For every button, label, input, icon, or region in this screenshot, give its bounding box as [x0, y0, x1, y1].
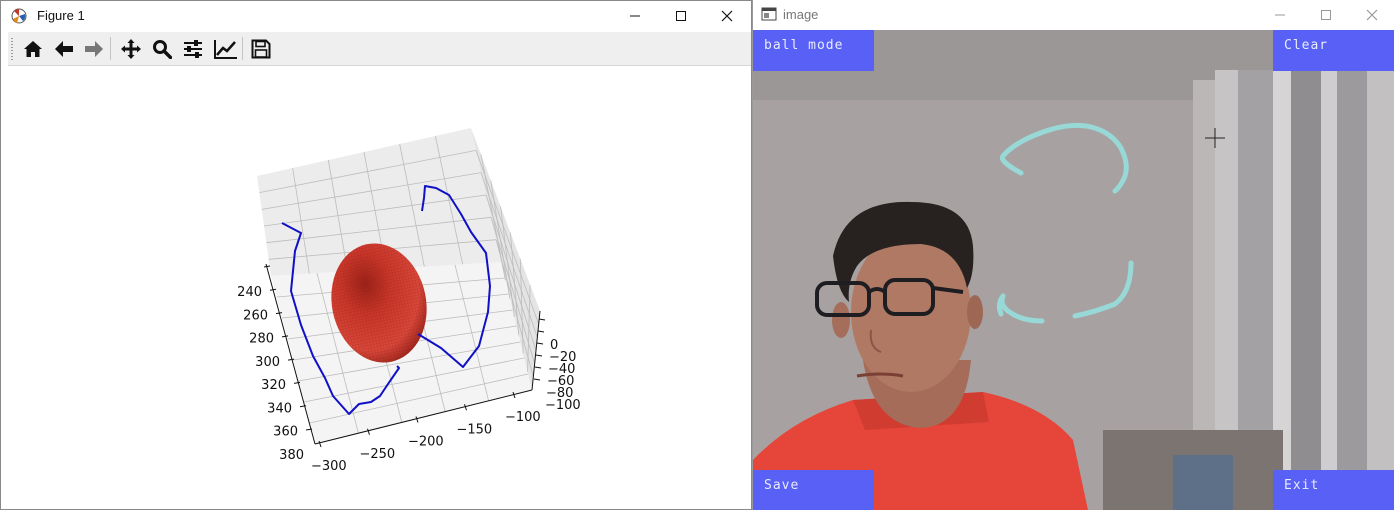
image-titlebar[interactable]: image: [753, 0, 1394, 30]
forward-button[interactable]: [81, 37, 107, 61]
y-tick: [263, 265, 271, 268]
z-tick: [538, 318, 546, 321]
window-title: Figure 1: [37, 8, 85, 23]
y-tick-label: 320: [261, 378, 286, 393]
minimize-button[interactable]: [1257, 0, 1303, 30]
z-tick: [533, 378, 541, 381]
close-button[interactable]: [704, 1, 750, 31]
pan-button[interactable]: [118, 37, 144, 61]
zoom-button[interactable]: [149, 37, 175, 61]
3d-axes[interactable]: −300 −250 −200 −150 −100 240 260 280 300 320 340 36…: [8, 66, 752, 510]
z-tick: [535, 354, 543, 357]
figure-canvas[interactable]: −300 −250 −200 −150 −100 240 260 280 300 320 340 36…: [8, 66, 751, 509]
close-button[interactable]: [1349, 0, 1394, 30]
save-button[interactable]: Save: [753, 470, 874, 510]
save-label: Save: [764, 478, 800, 493]
navigation-toolbar: [8, 32, 751, 66]
minimize-button[interactable]: [612, 1, 658, 31]
y-tick-label: 380: [279, 448, 304, 463]
toolbar-separator: [110, 37, 111, 60]
y-tick-label: 340: [267, 401, 292, 416]
camera-scene: [753, 30, 1394, 510]
maximize-button[interactable]: [658, 1, 704, 31]
window-title: image: [783, 7, 819, 22]
image-window: image ball mode Clear Save Exit: [752, 0, 1394, 510]
figure-window: Figure 1 −300 −250 −200 −150 −100 240 26…: [0, 0, 752, 510]
exit-button[interactable]: Exit: [1273, 470, 1394, 510]
z-tick-label: −100: [545, 398, 581, 413]
camera-feed[interactable]: ball mode Clear Save Exit: [753, 30, 1394, 510]
toolbar-separator: [242, 37, 243, 60]
x-tick-label: −200: [408, 435, 444, 450]
ear: [832, 302, 850, 338]
opencv-window-icon: [761, 7, 777, 26]
zoom-icon: [153, 40, 172, 59]
pan-icon: [121, 39, 141, 59]
back-button[interactable]: [51, 37, 77, 61]
y-tick-label: 300: [255, 355, 280, 370]
y-tick-label: 280: [249, 332, 274, 347]
ball-mode-button[interactable]: ball mode: [753, 30, 874, 71]
y-tick-label: 260: [243, 308, 268, 323]
clear-label: Clear: [1284, 38, 1329, 53]
ball-mode-label: ball mode: [764, 38, 844, 53]
configure-subplots-button[interactable]: [180, 37, 206, 61]
close-icon: [721, 10, 733, 22]
maximize-button[interactable]: [1303, 0, 1349, 30]
matplotlib-logo-icon: [11, 8, 27, 29]
close-icon: [1366, 9, 1378, 21]
edit-axes-button[interactable]: [211, 37, 237, 61]
x-tick-label: −150: [457, 422, 493, 437]
forward-arrow-icon: [85, 41, 103, 57]
wall-pipe: [1193, 80, 1215, 480]
floppy-disk-icon: [251, 39, 271, 59]
z-tick: [534, 366, 542, 369]
y-tick-label: 360: [273, 425, 298, 440]
back-arrow-icon: [55, 41, 73, 57]
maximize-icon: [676, 11, 686, 21]
x-tick-label: −250: [360, 447, 396, 462]
exit-label: Exit: [1284, 478, 1320, 493]
line-chart-icon: [214, 40, 237, 59]
maximize-icon: [1321, 10, 1331, 20]
toolbar-grip[interactable]: [11, 38, 13, 60]
y-tick-label: 240: [237, 285, 262, 300]
minimize-icon: [1275, 14, 1285, 16]
save-figure-button[interactable]: [248, 37, 274, 61]
sliders-icon: [184, 40, 202, 58]
home-icon: [24, 41, 42, 57]
figure-titlebar[interactable]: Figure 1: [1, 1, 751, 31]
minimize-icon: [630, 15, 640, 17]
blanket: [1173, 455, 1233, 510]
x-tick-label: −300: [311, 459, 347, 474]
clear-button[interactable]: Clear: [1273, 30, 1394, 71]
home-button[interactable]: [20, 37, 46, 61]
x-tick-label: −100: [505, 410, 541, 425]
z-tick: [537, 330, 545, 333]
ear: [967, 295, 983, 329]
z-tick: [536, 342, 544, 345]
